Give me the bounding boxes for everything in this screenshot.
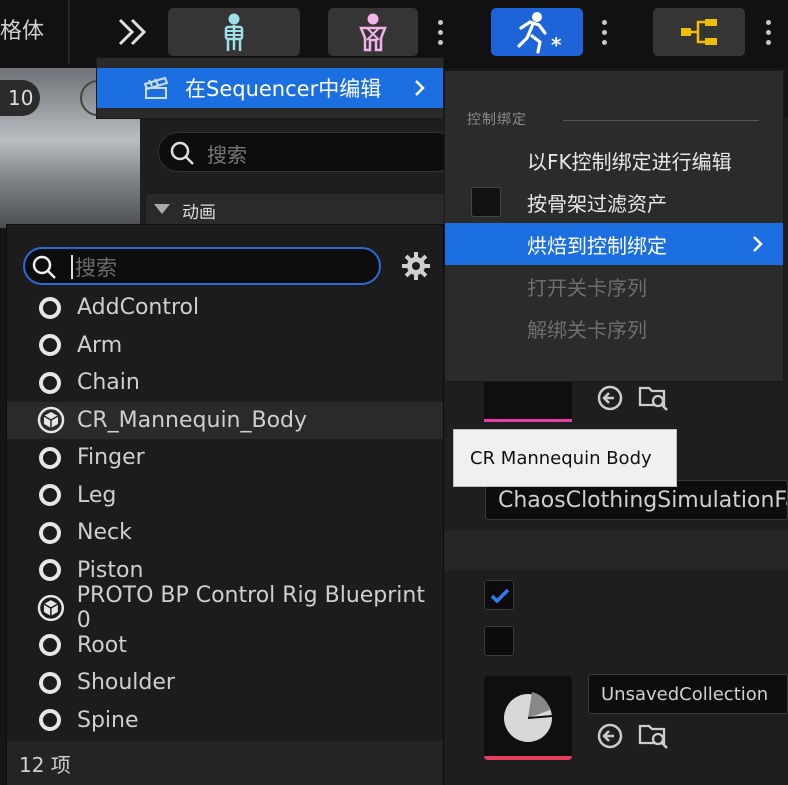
filter-checkbox[interactable]	[471, 187, 501, 217]
control-rig-ring-icon	[39, 296, 61, 319]
toolbar-separator	[68, 0, 70, 64]
list-item-label: Spine	[77, 707, 139, 733]
animation-section-label: 动画	[182, 203, 216, 223]
toolbar-label: 格体	[0, 19, 45, 44]
row-divider	[444, 530, 788, 570]
triangle-down-icon	[154, 204, 170, 214]
control-rig-ring-icon	[39, 446, 61, 469]
list-item-label: Finger	[77, 445, 145, 471]
list-item-label: PROTO BP Control Rig Blueprint 0	[76, 582, 425, 633]
animation-more-button[interactable]	[584, 8, 624, 56]
cube-icon	[37, 407, 65, 434]
list-item-label: CR_Mannequin_Body	[77, 407, 308, 433]
blueprint-button[interactable]	[653, 8, 745, 56]
tooltip: CR Mannequin Body	[453, 429, 677, 487]
edit-in-sequencer-item[interactable]: 在Sequencer中编辑	[97, 68, 443, 108]
animation-run-icon: *	[517, 12, 562, 54]
list-item[interactable]: Finger	[7, 439, 443, 477]
search-icon	[170, 141, 194, 165]
list-item-label: Neck	[77, 520, 132, 546]
asset-search-placeholder: 搜索	[75, 256, 117, 280]
control-rig-header: 控制绑定	[467, 112, 527, 128]
edit-with-fk-control-rig-item[interactable]: 以FK控制绑定进行编辑	[445, 139, 783, 181]
unchecked-checkbox[interactable]	[484, 626, 514, 656]
list-item[interactable]: Shoulder	[7, 664, 443, 702]
list-item-label: AddControl	[77, 295, 200, 321]
asset-count-bar: 12 项	[7, 741, 443, 785]
list-item-label: Root	[77, 632, 127, 658]
list-item-label: Leg	[77, 482, 117, 508]
details-search-placeholder: 搜索	[207, 143, 247, 167]
use-selected-icon[interactable]	[596, 384, 624, 412]
menu-item-label: 解绑关卡序列	[527, 317, 647, 342]
menu-item-label: 以FK控制绑定进行编辑	[527, 149, 732, 174]
animation-button[interactable]: *	[491, 8, 583, 56]
collection-field[interactable]: UnsavedCollection	[588, 674, 788, 714]
list-item[interactable]: CR_Mannequin_Body	[7, 401, 443, 439]
list-item[interactable]: Arm	[7, 327, 443, 365]
edit-in-sequencer-label: 在Sequencer中编辑	[185, 77, 382, 101]
control-rig-ring-icon	[39, 334, 61, 357]
physics-more-button[interactable]	[420, 8, 460, 56]
list-item-label: Chain	[77, 370, 140, 396]
list-item[interactable]: Neck	[7, 514, 443, 552]
list-item[interactable]: AddControl	[7, 289, 443, 327]
gear-icon[interactable]	[401, 251, 431, 281]
control-rig-submenu: 控制绑定 以FK控制绑定进行编辑 按骨架过滤资产 烘焙到控制绑定 打开关卡序列 …	[444, 70, 784, 382]
control-rig-ring-icon	[39, 521, 61, 544]
pie-chart-icon	[504, 692, 553, 742]
list-item[interactable]: Spine	[7, 702, 443, 740]
header-divider	[563, 120, 759, 121]
text-cursor	[71, 255, 73, 279]
double-chevron-icon[interactable]	[116, 16, 150, 48]
control-rig-ring-icon	[39, 371, 61, 394]
unbind-level-sequence-item: 解绑关卡序列	[445, 307, 783, 349]
sequencer-icon	[143, 76, 169, 99]
menu-item-label: 打开关卡序列	[527, 275, 647, 300]
bake-to-control-rig-item[interactable]: 烘焙到控制绑定	[445, 223, 783, 265]
list-item-label: Arm	[77, 332, 123, 358]
control-rig-ring-icon	[39, 559, 61, 582]
blueprint-more-button[interactable]	[748, 8, 788, 56]
chevron-right-icon	[753, 236, 763, 252]
svg-text:*: *	[551, 33, 562, 54]
browse-folder-icon[interactable]	[638, 382, 670, 412]
use-selected-icon-2[interactable]	[596, 722, 624, 750]
physics-button[interactable]	[328, 8, 418, 56]
list-item[interactable]: Chain	[7, 364, 443, 402]
control-rig-ring-icon	[39, 634, 61, 657]
hierarchy-icon	[681, 19, 717, 45]
asset-count: 12 项	[19, 753, 71, 777]
list-item[interactable]: Root	[7, 627, 443, 665]
checked-checkbox[interactable]	[484, 580, 514, 610]
tooltip-text: CR Mannequin Body	[470, 448, 652, 469]
cube-icon	[37, 594, 65, 621]
asset-picker: 搜索 AddControl Arm Chain CR_Mannequin_Bod…	[6, 224, 444, 785]
physics-body-icon	[359, 13, 387, 52]
context-menu: 在Sequencer中编辑	[96, 57, 444, 119]
skeleton-button[interactable]	[168, 8, 300, 56]
search-icon	[32, 255, 56, 279]
details-search[interactable]: 搜索	[158, 132, 458, 172]
filter-assets-by-skeleton-item[interactable]: 按骨架过滤资产	[445, 181, 783, 223]
skeleton-icon	[224, 13, 244, 51]
chevron-right-icon	[415, 80, 425, 96]
animation-section-header[interactable]: 动画	[146, 194, 446, 224]
menu-item-label: 烘焙到控制绑定	[527, 233, 667, 258]
collection-thumbnail[interactable]	[484, 676, 572, 760]
checkmark-icon	[490, 588, 510, 604]
list-item[interactable]: Leg	[7, 477, 443, 515]
asset-search-input[interactable]: 搜索	[23, 247, 381, 285]
control-rig-ring-icon	[39, 709, 61, 732]
open-level-sequence-item: 打开关卡序列	[445, 265, 783, 307]
control-rig-ring-icon	[39, 484, 61, 507]
viewport-counter[interactable]: 10	[0, 80, 40, 116]
control-rig-ring-icon	[39, 671, 61, 694]
list-item-label: Piston	[77, 557, 144, 583]
list-item-label: Shoulder	[77, 670, 175, 696]
list-item[interactable]: PROTO BP Control Rig Blueprint 0	[7, 583, 443, 633]
browse-folder-icon-2[interactable]	[638, 720, 670, 750]
menu-item-label: 按骨架过滤资产	[527, 191, 667, 216]
